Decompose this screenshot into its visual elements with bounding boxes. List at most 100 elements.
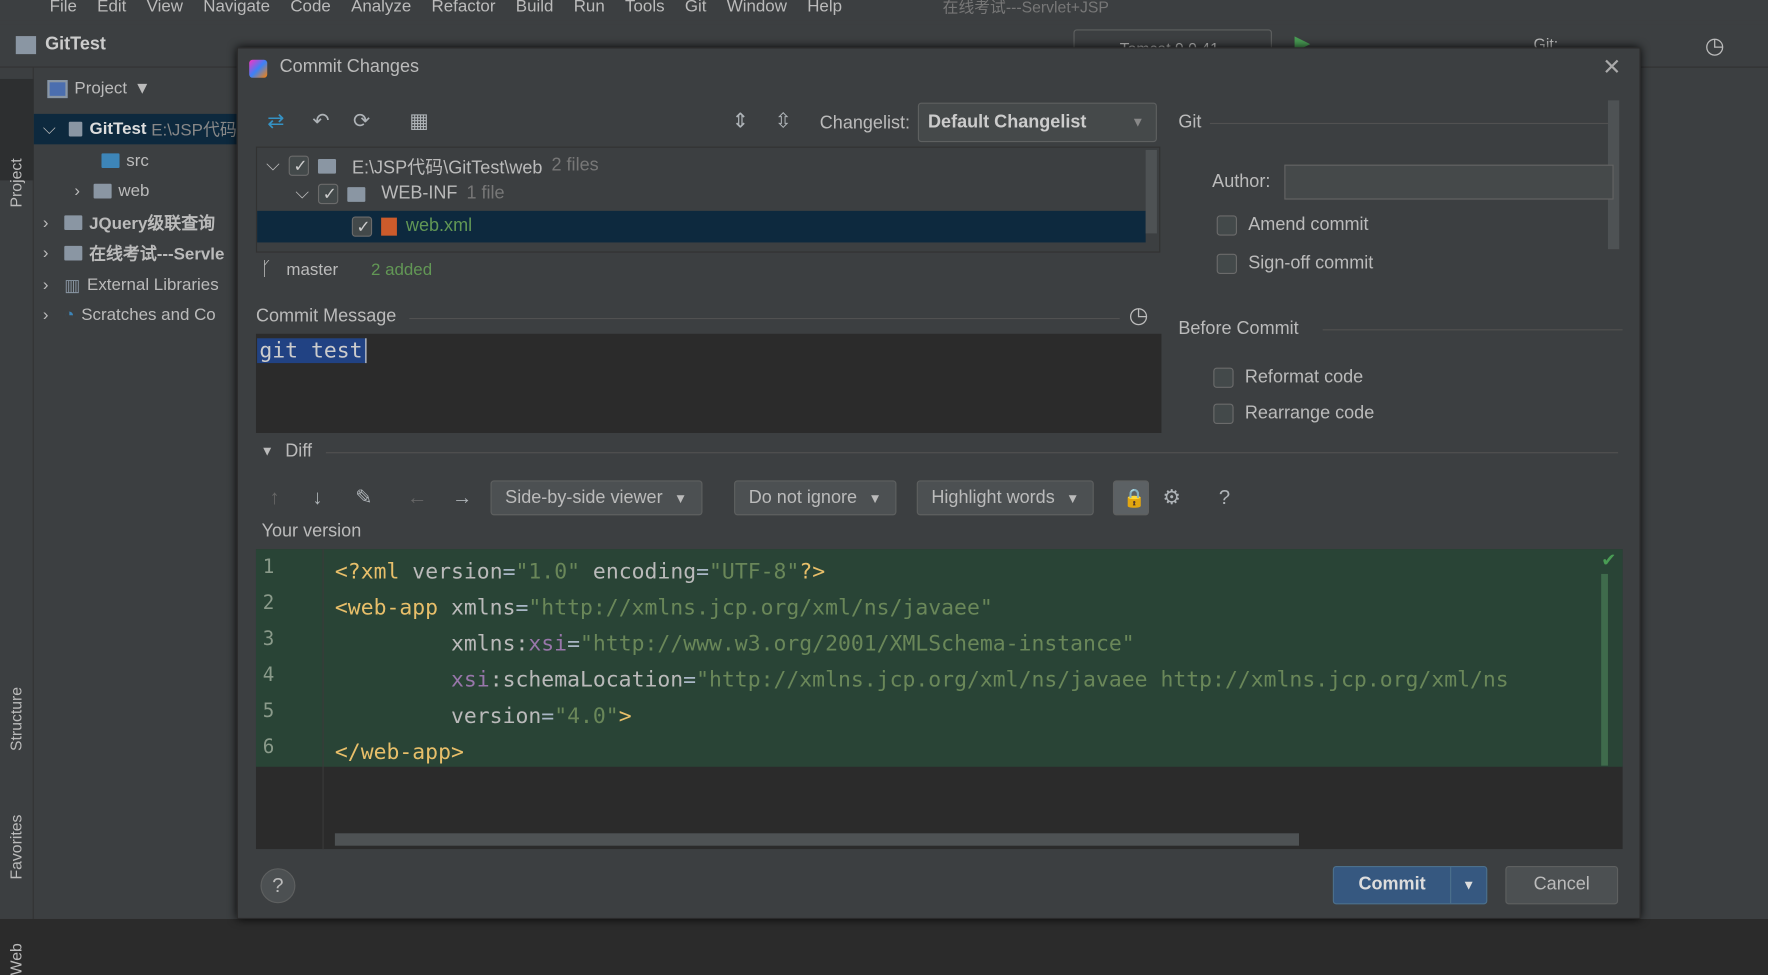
prev-file-icon[interactable]: ← <box>407 486 427 510</box>
project-header-label: Project <box>74 78 128 99</box>
next-file-icon[interactable]: → <box>452 486 472 510</box>
refresh-icon[interactable]: ⟳ <box>353 109 370 133</box>
history-icon[interactable]: ◷ <box>1705 32 1725 60</box>
rearrange-checkbox[interactable] <box>1213 403 1234 424</box>
menu-analyze[interactable]: Analyze <box>351 0 411 20</box>
tree-item-jquery[interactable]: › JQuery级联查询 <box>34 207 237 237</box>
changelist-select[interactable]: Default Changelist ▼ <box>917 102 1157 143</box>
horizontal-scrollbar[interactable] <box>334 833 1299 846</box>
viewer-value: Side-by-side viewer <box>505 487 663 507</box>
menu-file[interactable]: File <box>50 0 77 20</box>
checkbox[interactable] <box>318 183 339 205</box>
tree-item-src[interactable]: src <box>34 145 237 175</box>
tree-path: E:\JSP代码 <box>151 120 237 140</box>
commit-message-input[interactable]: git test <box>255 333 1162 433</box>
menu-tools[interactable]: Tools <box>625 0 665 20</box>
tree-row-webxml[interactable]: web.xml <box>257 210 1146 243</box>
reformat-code-option[interactable]: Reformat code <box>1213 367 1363 388</box>
tree-item-libraries[interactable]: › ▥ External Libraries <box>34 269 237 299</box>
commit-label: Commit <box>1358 875 1426 895</box>
menu-git[interactable]: Git <box>685 0 707 20</box>
line-number: 2 <box>262 591 275 615</box>
signoff-checkbox[interactable] <box>1216 253 1237 275</box>
menu-code[interactable]: Code <box>290 0 330 20</box>
tree-label: External Libraries <box>87 275 219 295</box>
tab-project[interactable]: Project <box>7 158 25 207</box>
gear-icon[interactable]: ⚙ <box>1163 486 1181 510</box>
menu-bar: File Edit View Navigate Code Analyze Ref… <box>0 0 1768 21</box>
expand-all-icon[interactable]: ⇕ <box>732 109 749 133</box>
tree-row-webinf[interactable]: ⌵WEB-INF1 file <box>295 183 505 205</box>
checkbox[interactable] <box>288 155 310 176</box>
tab-web[interactable]: Web <box>7 943 25 975</box>
tree-label: 在线考试---Servle <box>89 244 225 264</box>
commit-dialog: Commit Changes ✕ ⇄ ↶ ⟳ ▦ ⇕ ⇳ Changelist:… <box>236 47 1641 919</box>
menu-build[interactable]: Build <box>516 0 554 20</box>
author-label: Author: <box>1212 172 1271 192</box>
no-errors-icon: ✔ <box>1601 551 1617 571</box>
project-icon <box>15 36 37 55</box>
tree-label: E:\JSP代码\GitTest\web <box>351 158 543 179</box>
reformat-checkbox[interactable] <box>1213 367 1234 388</box>
rollback-icon[interactable]: ↶ <box>312 109 329 133</box>
line-number: 4 <box>262 664 275 687</box>
lock-icon[interactable]: 🔒 <box>1112 480 1150 516</box>
menu-run[interactable]: Run <box>574 0 605 20</box>
close-icon[interactable]: ✕ <box>1602 53 1621 81</box>
menu-edit[interactable]: Edit <box>97 0 126 20</box>
scrollbar[interactable] <box>1145 149 1157 234</box>
group-by-icon[interactable]: ▦ <box>409 109 428 133</box>
amend-checkbox[interactable] <box>1216 215 1237 236</box>
diff-collapse-icon[interactable]: ▼ <box>260 443 273 459</box>
menu-view[interactable]: View <box>147 0 183 20</box>
commit-options-icon[interactable]: ▼ <box>1450 867 1486 904</box>
help-button[interactable]: ? <box>260 868 296 904</box>
help-icon[interactable]: ? <box>1219 486 1230 510</box>
cancel-button[interactable]: Cancel <box>1505 865 1619 905</box>
tree-item-scratches[interactable]: › ◔ Scratches and Co <box>34 300 237 330</box>
tree-label: JQuery级联查询 <box>89 214 216 234</box>
highlight-select[interactable]: Highlight words ▼ <box>916 480 1095 516</box>
tree-item-web[interactable]: › web <box>34 176 237 206</box>
highlight-value: Highlight words <box>931 487 1055 507</box>
amend-commit-option[interactable]: Amend commit <box>1216 215 1369 236</box>
move-changes-icon[interactable]: ⇄ <box>267 109 284 133</box>
ignore-select[interactable]: Do not ignore ▼ <box>734 480 897 516</box>
commit-message-label: Commit Message <box>255 306 397 326</box>
nav-project[interactable]: GitTest <box>45 35 106 55</box>
menu-help[interactable]: Help <box>807 0 842 20</box>
before-commit-label: Before Commit <box>1178 319 1299 339</box>
tree-item-gittest[interactable]: ⌵ GitTest E:\JSP代码 <box>33 113 237 145</box>
project-header[interactable]: Project ▼ <box>47 78 151 99</box>
commit-button[interactable]: Commit ▼ <box>1332 865 1488 905</box>
signoff-commit-option[interactable]: Sign-off commit <box>1216 253 1373 275</box>
dialog-title: Commit Changes <box>279 57 420 77</box>
message-history-icon[interactable]: ◷ <box>1129 301 1149 329</box>
viewer-select[interactable]: Side-by-side viewer ▼ <box>490 480 702 516</box>
diff-editor[interactable]: 1 2 3 4 5 6 <?xml version="1.0" encoding… <box>255 549 1623 850</box>
tab-structure[interactable]: Structure <box>7 687 25 751</box>
next-diff-icon[interactable]: ↓ <box>312 486 322 510</box>
tree-label: Scratches and Co <box>81 305 216 325</box>
rearrange-code-option[interactable]: Rearrange code <box>1213 403 1374 424</box>
menu-refactor[interactable]: Refactor <box>432 0 496 20</box>
author-input[interactable] <box>1284 164 1614 200</box>
tree-row-root[interactable]: ⌵E:\JSP代码\GitTest\web2 files <box>266 152 599 179</box>
tree-label: src <box>126 151 149 171</box>
menu-navigate[interactable]: Navigate <box>203 0 270 20</box>
code-content: <?xml version="1.0" encoding="UTF-8"?> <… <box>334 559 1509 765</box>
menu-window[interactable]: Window <box>727 0 787 20</box>
tab-favorites[interactable]: Favorites <box>7 815 25 880</box>
line-number: 5 <box>262 700 275 723</box>
tree-item-exam[interactable]: › 在线考试---Servle <box>34 238 237 268</box>
git-section-label: Git <box>1178 112 1202 132</box>
checkbox[interactable] <box>351 216 373 237</box>
prev-diff-icon[interactable]: ↑ <box>269 486 279 510</box>
your-version-label: Your version <box>261 522 362 542</box>
intellij-icon <box>249 59 268 78</box>
collapse-all-icon[interactable]: ⇳ <box>775 109 792 133</box>
tree-label: WEB-INF <box>381 183 458 203</box>
cancel-label: Cancel <box>1533 875 1590 895</box>
line-number: 3 <box>262 628 275 651</box>
edit-icon[interactable]: ✎ <box>355 486 372 510</box>
